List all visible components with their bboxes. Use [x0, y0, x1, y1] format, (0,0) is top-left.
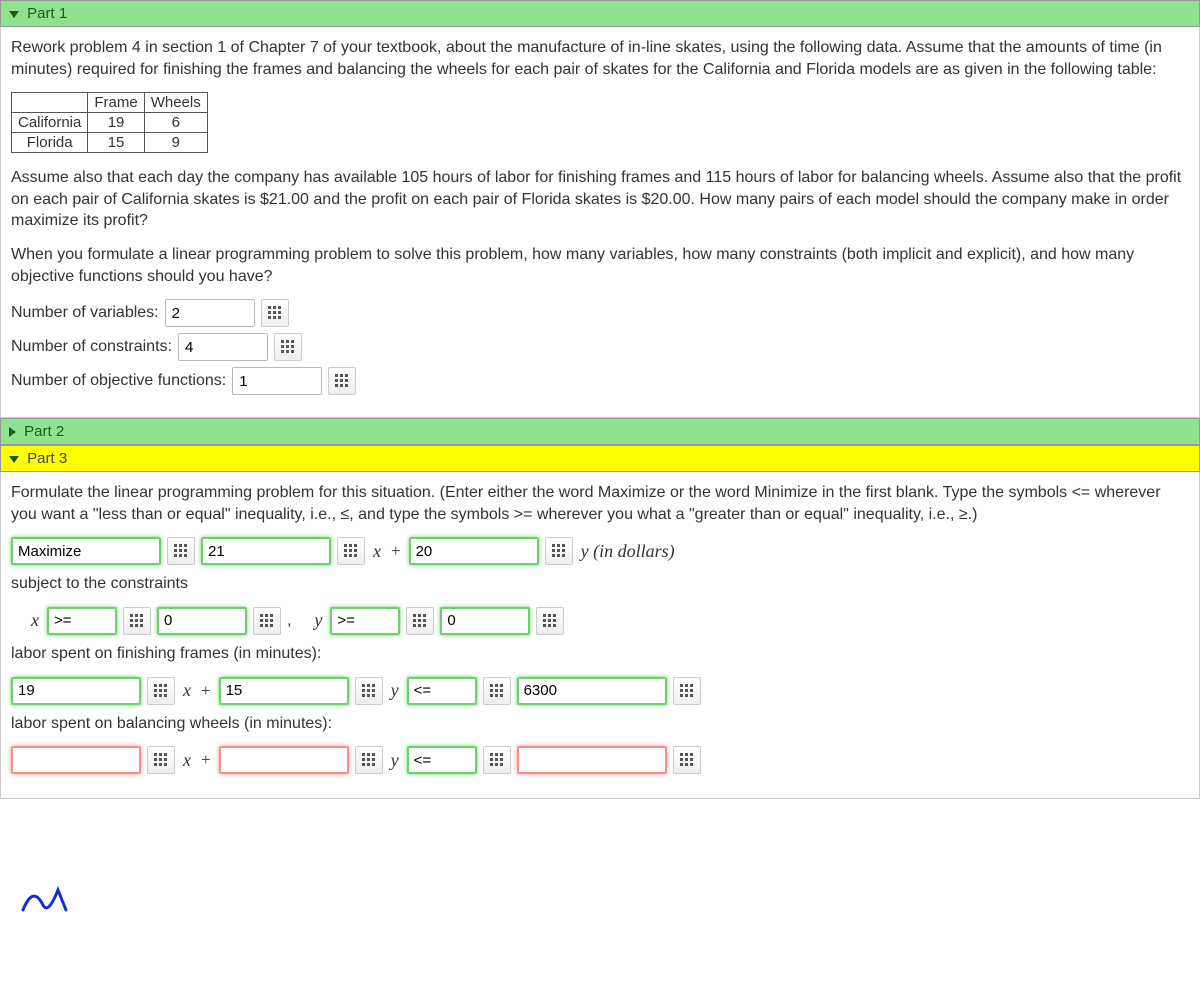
keypad-button[interactable] [328, 367, 356, 395]
input-frame-rhs[interactable] [517, 677, 667, 705]
input-obj-coef-y[interactable] [409, 537, 539, 565]
cal-frame: 19 [88, 113, 144, 133]
input-num-vars[interactable] [165, 299, 255, 327]
input-obj-coef-x[interactable] [201, 537, 331, 565]
var-y: y [389, 680, 401, 701]
row-california: California [12, 113, 88, 133]
input-frame-coef-y[interactable] [219, 677, 349, 705]
keypad-button[interactable] [261, 299, 289, 327]
wheels-constraint-label: labor spent on balancing wheels (in minu… [11, 713, 1189, 735]
part1-para3: When you formulate a linear programming … [11, 244, 1189, 287]
keypad-button[interactable] [536, 607, 564, 635]
keypad-button[interactable] [545, 537, 573, 565]
subject-to-label: subject to the constraints [11, 573, 1189, 595]
keypad-button[interactable] [483, 746, 511, 774]
input-y-nonneg-op[interactable] [330, 607, 400, 635]
th-wheels: Wheels [144, 93, 207, 113]
part3-title: Part 3 [27, 450, 67, 467]
input-wheels-rhs[interactable] [517, 746, 667, 774]
input-y-nonneg-rhs[interactable] [440, 607, 530, 635]
var-x: x [371, 541, 383, 562]
frame-constraint-label: labor spent on finishing frames (in minu… [11, 643, 1189, 665]
part3-header[interactable]: Part 3 [0, 445, 1200, 472]
keypad-button[interactable] [355, 746, 383, 774]
input-x-nonneg-op[interactable] [47, 607, 117, 635]
part1-header[interactable]: Part 1 [0, 0, 1200, 27]
flo-frame: 15 [88, 133, 144, 153]
pen-annotation [18, 880, 78, 920]
part1-content: Rework problem 4 in section 1 of Chapter… [0, 27, 1200, 418]
var-x: x [29, 610, 41, 631]
obj-tail: y (in dollars) [579, 541, 677, 562]
flo-wheels: 9 [144, 133, 207, 153]
label-num-vars: Number of variables: [11, 304, 159, 322]
keypad-button[interactable] [167, 537, 195, 565]
input-num-obj[interactable] [232, 367, 322, 395]
keypad-button[interactable] [483, 677, 511, 705]
part1-title: Part 1 [27, 5, 67, 22]
part1-intro: Rework problem 4 in section 1 of Chapter… [11, 37, 1189, 80]
part2-header[interactable]: Part 2 [0, 418, 1200, 445]
part2-title: Part 2 [24, 423, 64, 440]
keypad-button[interactable] [147, 677, 175, 705]
keypad-button[interactable] [673, 677, 701, 705]
keypad-button[interactable] [147, 746, 175, 774]
input-wheels-op[interactable] [407, 746, 477, 774]
keypad-button[interactable] [406, 607, 434, 635]
part3-intro: Formulate the linear programming problem… [11, 482, 1189, 525]
chevron-down-icon [9, 456, 19, 463]
keypad-button[interactable] [673, 746, 701, 774]
var-y: y [389, 750, 401, 771]
keypad-button[interactable] [123, 607, 151, 635]
input-num-cons[interactable] [178, 333, 268, 361]
input-frame-op[interactable] [407, 677, 477, 705]
part1-para2: Assume also that each day the company ha… [11, 167, 1189, 232]
keypad-button[interactable] [274, 333, 302, 361]
var-x: x [181, 750, 193, 771]
var-y: y [312, 610, 324, 631]
input-wheels-coef-y[interactable] [219, 746, 349, 774]
keypad-button[interactable] [355, 677, 383, 705]
var-x: x [181, 680, 193, 701]
data-table: Frame Wheels California 19 6 Florida 15 … [11, 92, 208, 153]
cal-wheels: 6 [144, 113, 207, 133]
keypad-button[interactable] [337, 537, 365, 565]
input-wheels-coef-x[interactable] [11, 746, 141, 774]
chevron-down-icon [9, 11, 19, 18]
input-objective-word[interactable] [11, 537, 161, 565]
part3-content: Formulate the linear programming problem… [0, 472, 1200, 799]
row-florida: Florida [12, 133, 88, 153]
keypad-button[interactable] [253, 607, 281, 635]
plus-op: + [199, 750, 213, 770]
label-num-cons: Number of constraints: [11, 338, 172, 356]
th-frame: Frame [88, 93, 144, 113]
label-num-obj: Number of objective functions: [11, 372, 226, 390]
plus-op: + [389, 541, 403, 561]
input-x-nonneg-rhs[interactable] [157, 607, 247, 635]
chevron-right-icon [9, 427, 16, 437]
comma: , [287, 612, 291, 630]
input-frame-coef-x[interactable] [11, 677, 141, 705]
plus-op: + [199, 681, 213, 701]
